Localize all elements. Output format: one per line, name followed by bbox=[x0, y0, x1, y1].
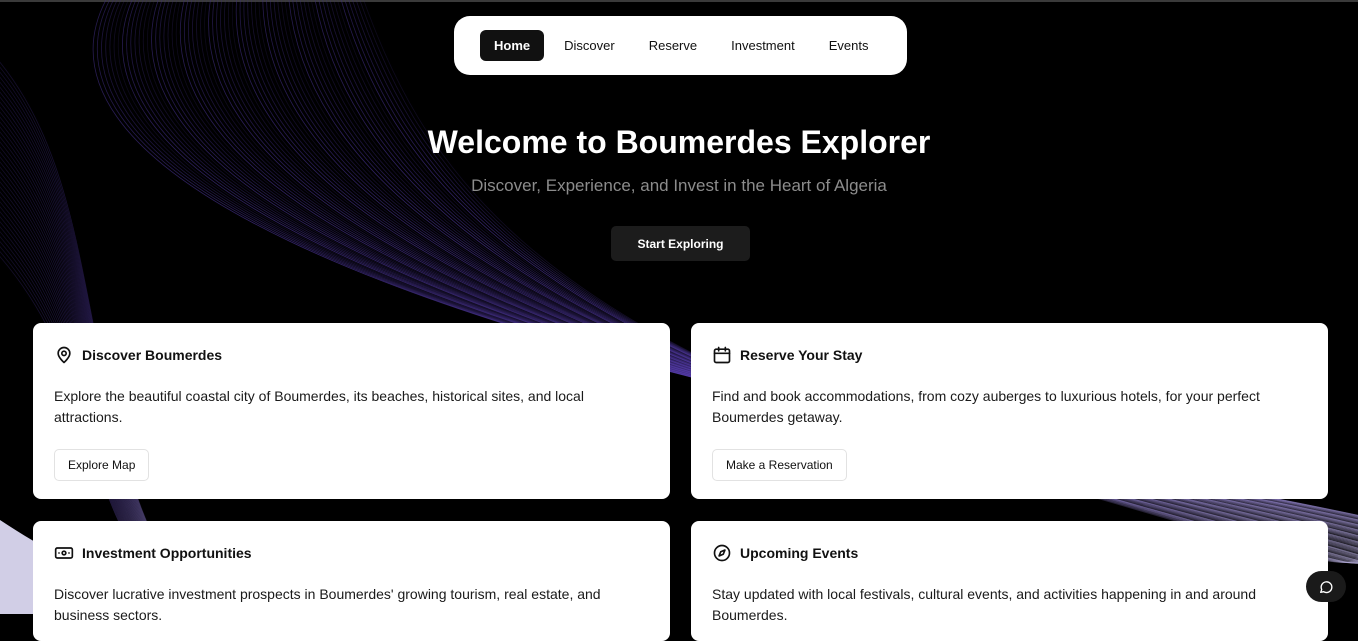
chat-bubble-icon bbox=[1318, 579, 1334, 595]
card-reserve: Reserve Your Stay Find and book accommod… bbox=[691, 323, 1328, 499]
compass-icon bbox=[712, 543, 732, 563]
make-reservation-button[interactable]: Make a Reservation bbox=[712, 449, 847, 481]
card-discover: Discover Boumerdes Explore the beautiful… bbox=[33, 323, 670, 499]
explore-map-button[interactable]: Explore Map bbox=[54, 449, 150, 481]
card-description: Stay updated with local festivals, cultu… bbox=[712, 586, 1257, 623]
card-title: Reserve Your Stay bbox=[740, 347, 863, 363]
nav-investment[interactable]: Investment bbox=[717, 30, 809, 61]
chat-button[interactable] bbox=[1306, 571, 1346, 602]
nav-home[interactable]: Home bbox=[480, 30, 545, 61]
nav-reserve[interactable]: Reserve bbox=[635, 30, 711, 61]
card-title: Investment Opportunities bbox=[82, 545, 252, 561]
card-description: Find and book accommodations, from cozy … bbox=[712, 388, 1260, 425]
start-exploring-button[interactable]: Start Exploring bbox=[611, 226, 750, 261]
card-description: Discover lucrative investment prospects … bbox=[54, 586, 601, 623]
card-description: Explore the beautiful coastal city of Bo… bbox=[54, 388, 584, 425]
hero-title: Welcome to Boumerdes Explorer bbox=[427, 124, 931, 160]
main-nav: Home Discover Reserve Investment Events bbox=[454, 16, 907, 75]
card-title: Upcoming Events bbox=[740, 545, 859, 561]
calendar-icon bbox=[712, 345, 732, 365]
nav-discover[interactable]: Discover bbox=[550, 30, 629, 61]
card-investment: Investment Opportunities Discover lucrat… bbox=[33, 521, 670, 641]
hero-subtitle: Discover, Experience, and Invest in the … bbox=[471, 176, 887, 195]
card-events: Upcoming Events Stay updated with local … bbox=[691, 521, 1328, 641]
card-title: Discover Boumerdes bbox=[82, 347, 223, 363]
banknote-icon bbox=[54, 543, 74, 563]
nav-events[interactable]: Events bbox=[815, 30, 883, 61]
map-pin-icon bbox=[54, 345, 74, 365]
